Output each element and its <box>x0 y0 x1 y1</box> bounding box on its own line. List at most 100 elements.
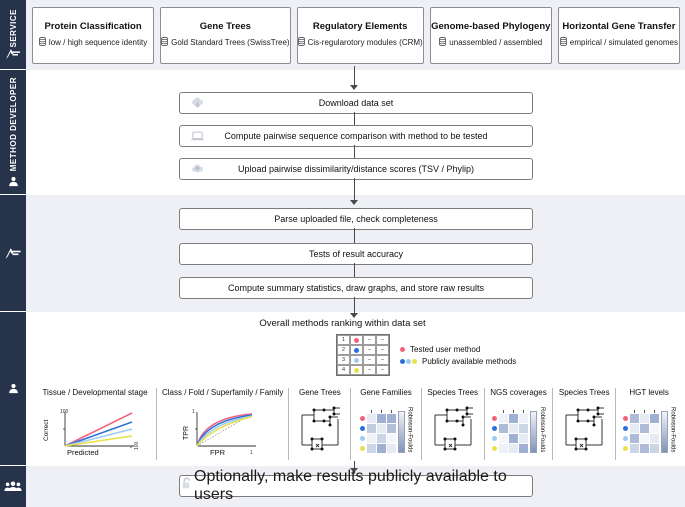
tick <box>377 409 386 413</box>
workflow-diagram: SERVICE METHOD DEVELOPER Protein Classif… <box>0 0 685 507</box>
panel-title: NGS coverages <box>490 388 547 397</box>
sidebar-band-service-mid[interactable] <box>0 195 26 312</box>
svg-text:1: 1 <box>192 409 195 415</box>
sib-logo-icon <box>4 247 22 260</box>
panel-title: Species Trees <box>427 388 479 397</box>
row-color-dot <box>622 425 628 431</box>
sidebar-band-public-users[interactable] <box>0 466 26 507</box>
rank-method-dot-cell <box>350 365 363 375</box>
users-group-icon <box>4 481 22 492</box>
dataset-card-horizontal-gene-transfer[interactable]: Horizontal Gene Transfer empirical / sim… <box>557 7 680 64</box>
dataset-card-protein-classification[interactable]: Protein Classification low / high sequen… <box>32 7 155 64</box>
rank-value-cell: – <box>376 345 389 355</box>
heatmap-cell <box>366 433 376 443</box>
arrow-datasets-to-download <box>350 85 358 90</box>
database-icon <box>297 37 305 49</box>
dataset-subtitle: empirical / simulated genomes <box>569 37 678 47</box>
row-color-dot <box>359 415 365 421</box>
heatmap-grid[interactable] <box>498 413 528 453</box>
step-compute-summary-statistics[interactable]: Compute summary statistics, draw graphs,… <box>179 277 533 299</box>
tick <box>387 409 396 413</box>
heatmap-cell <box>639 433 649 443</box>
panel-title: Gene Trees <box>298 388 341 397</box>
database-icon <box>439 37 447 49</box>
heatmap-cell <box>366 423 376 433</box>
step-label: Tests of result accuracy <box>308 249 404 259</box>
user-icon <box>8 383 19 394</box>
sidebar-band-method-developer[interactable]: METHOD DEVELOPER <box>0 70 26 195</box>
step-download-data-set[interactable]: Download data set <box>179 92 533 114</box>
dataset-card-genome-based-phylogeny[interactable]: Genome-based Phylogeny unassembled / ass… <box>429 7 552 64</box>
heatmap-cell <box>518 423 528 433</box>
legend-dot <box>400 346 405 352</box>
row-color-dot <box>359 435 365 441</box>
heatmap-cell <box>376 413 386 423</box>
step-parse-uploaded-file[interactable]: Parse uploaded file, check completeness <box>179 208 533 230</box>
connector-datasets-to-download <box>354 66 355 86</box>
dataset-title: Horizontal Gene Transfer <box>562 20 676 32</box>
colorbar-label: Robinson-Foulds <box>538 407 545 453</box>
row-color-dot <box>622 445 628 451</box>
dataset-subtitle: low / high sequence identity <box>48 37 148 47</box>
ranking-matrix[interactable]: 1 – – 2 – – 3 – – 4 – – <box>336 334 390 376</box>
heatmap-cell <box>386 433 396 443</box>
heatmap-grid[interactable] <box>629 413 659 453</box>
ranking-summary: 1 – – 2 – – 3 – – 4 – – Tested user meth… <box>336 334 516 376</box>
database-icon <box>39 37 46 49</box>
sidebar-band-user-results[interactable] <box>0 312 26 466</box>
rank-method-dot-cell <box>350 335 363 345</box>
rank-value-cell: – <box>363 335 376 345</box>
database-icon <box>161 37 168 49</box>
results-panels: Tissue / Developmental stage Correct 100… <box>34 388 682 460</box>
legend-item-public-methods: Publicly available methods <box>400 357 516 366</box>
panel-heatmap: Robinson-Foulds <box>491 400 545 460</box>
step-compute-pairwise-comparison[interactable]: Compute pairwise sequence comparison wit… <box>179 125 533 147</box>
step-label: Download data set <box>318 98 394 108</box>
rank-number: 3 <box>337 355 350 365</box>
heatmap-colorbar <box>397 410 405 453</box>
panel-tree-diagram <box>558 400 610 460</box>
heatmap-cell <box>639 443 649 453</box>
panel-title: Class / Fold / Superfamily / Family <box>162 388 284 397</box>
legend-item-tested-user-method: Tested user method <box>400 345 516 354</box>
heatmap-cell <box>366 413 376 423</box>
panel-species-trees-2: Species Trees <box>552 388 615 460</box>
colorbar-label: Robinson-Foulds <box>669 407 676 453</box>
panel-tree-diagram <box>294 400 346 460</box>
connector-download-to-compute <box>354 112 355 125</box>
connector-compute-to-upload <box>354 145 355 158</box>
heatmap-ticks <box>367 409 396 413</box>
dataset-subtitle-wrap: unassembled / assembled <box>439 37 542 49</box>
rank-number: 1 <box>337 335 350 345</box>
dataset-title: Gene Trees <box>199 20 251 32</box>
row-color-dot <box>491 415 497 421</box>
row-color-dot <box>491 435 497 441</box>
step-upload-scores[interactable]: Upload pairwise dissimilarity/distance s… <box>179 158 533 180</box>
ranking-legend: Tested user method Publicly available me… <box>400 345 516 366</box>
tick <box>630 409 639 413</box>
role-sidebar: SERVICE METHOD DEVELOPER <box>0 0 26 507</box>
heatmap-grid[interactable] <box>366 413 396 453</box>
heatmap-cell <box>649 433 659 443</box>
step-tests-of-result-accuracy[interactable]: Tests of result accuracy <box>179 243 533 265</box>
panel-hgt-levels: HGT levels Robinson-Foulds <box>615 388 682 460</box>
unlock-icon <box>180 477 194 495</box>
tick <box>650 409 659 413</box>
panel-heatmap: Robinson-Foulds <box>622 400 676 460</box>
overall-ranking-title: Overall methods ranking within data set <box>259 318 426 329</box>
heatmap-colorbar <box>660 410 668 453</box>
row-color-dot <box>491 445 497 451</box>
legend-dot <box>412 358 417 364</box>
svg-text:100: 100 <box>134 441 140 450</box>
heatmap-cell <box>629 413 639 423</box>
step-make-results-public[interactable]: Optionally, make results publicly availa… <box>179 468 533 503</box>
cloud-upload-icon <box>190 163 205 175</box>
panel-ngs-coverages: NGS coverages Robinson-Foulds <box>483 388 553 460</box>
dataset-subtitle-wrap: empirical / simulated genomes <box>560 37 678 49</box>
sib-logo-icon <box>5 48 21 60</box>
svg-text:FPR: FPR <box>210 448 226 456</box>
dataset-card-gene-trees[interactable]: Gene Trees Gold Standard Trees (SwissTre… <box>160 7 291 64</box>
sidebar-band-service[interactable]: SERVICE <box>0 0 26 70</box>
dataset-card-regulatory-elements[interactable]: Regulatory Elements Cis-regularotory mod… <box>296 7 424 64</box>
rank-value-cell: – <box>376 365 389 375</box>
